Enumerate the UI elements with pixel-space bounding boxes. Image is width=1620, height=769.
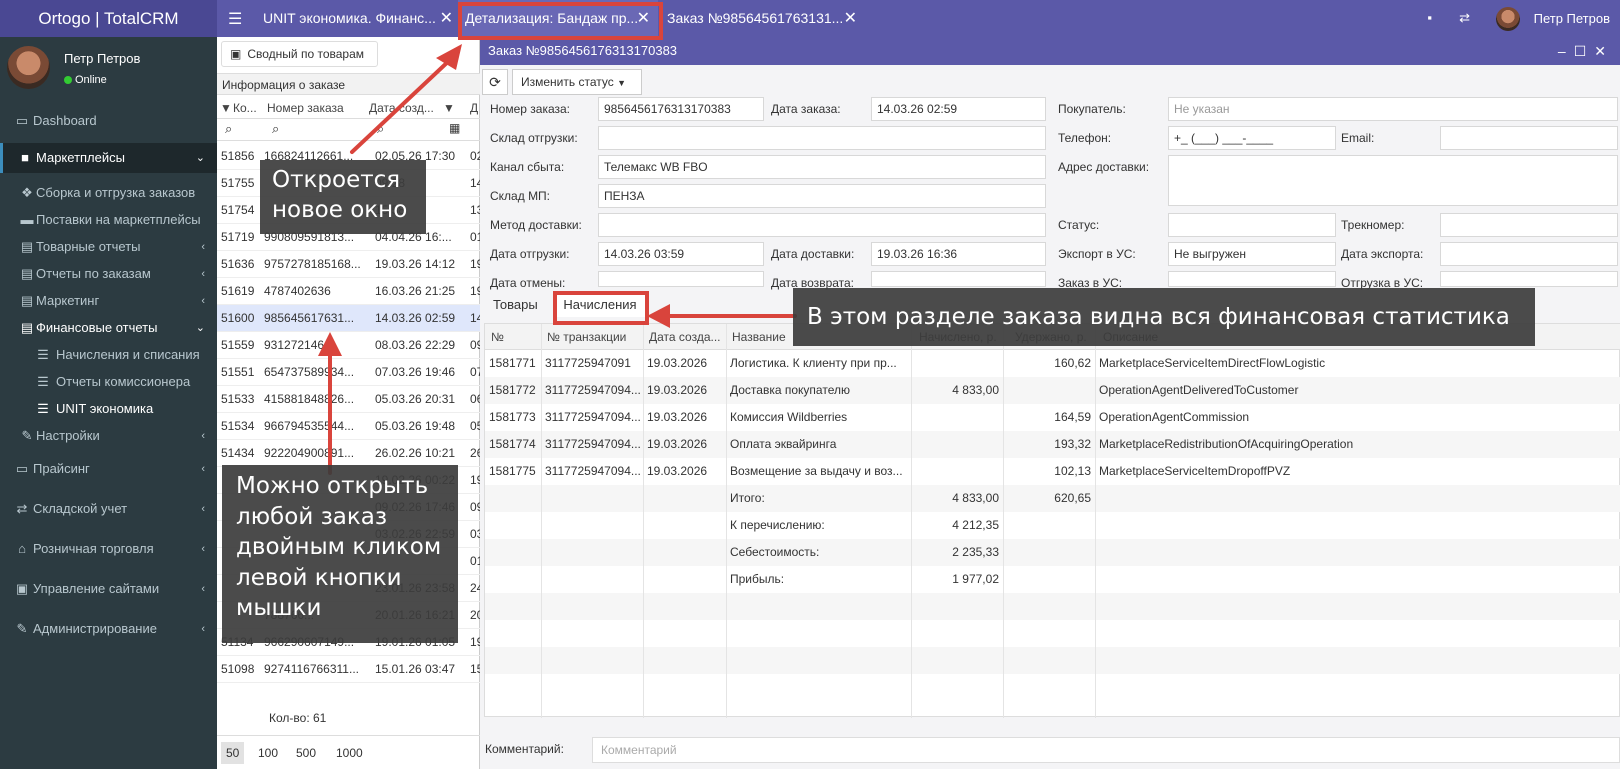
annotation-arrows <box>318 44 797 475</box>
callout-new-window: Откроется новое окно <box>260 160 426 234</box>
arrow-line <box>350 56 454 154</box>
arrow-head <box>647 304 670 328</box>
arrow-head <box>318 332 342 356</box>
callout-open-order: Можно открыть любой заказ двойным кликом… <box>222 465 458 643</box>
arrow-head <box>436 44 462 70</box>
callout-finance: В этом разделе заказа видна вся финансов… <box>793 288 1535 346</box>
